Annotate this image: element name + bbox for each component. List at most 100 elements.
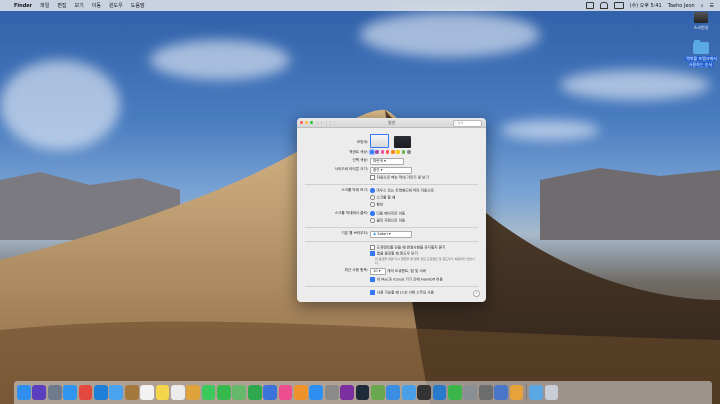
notes-brown-icon[interactable] [124, 385, 139, 400]
android-studio-icon[interactable] [370, 385, 385, 400]
accent-swatch[interactable] [391, 150, 395, 154]
dock-divider [525, 384, 527, 401]
trash-icon[interactable] [544, 385, 559, 400]
click-next-page-label: 다음 페이지로 이동 [376, 211, 406, 216]
accent-swatch[interactable] [396, 150, 400, 154]
accent-color-label: 액센트 색상: [349, 150, 368, 154]
menu-file[interactable]: 파일 [40, 2, 49, 9]
safari-icon[interactable] [63, 385, 77, 400]
sidebar-icon-size-row: 사이드바 아이콘 크기: 중간 ▾ [297, 167, 486, 174]
books-icon[interactable] [294, 385, 308, 400]
click-scroll-label: 스크롤 막대에서 클릭: [334, 211, 368, 215]
appearance-light-option[interactable] [370, 134, 389, 148]
click-next-page-radio[interactable] [370, 211, 375, 216]
utility-icon[interactable] [463, 385, 478, 400]
click-spot-label: 클릭 지점으로 이동 [376, 218, 406, 223]
scrollbar-auto-radio[interactable] [370, 188, 375, 193]
appearance-dark-option[interactable] [394, 136, 412, 148]
lcd-smoothing-checkbox[interactable] [370, 290, 375, 295]
menu-view[interactable]: 보기 [75, 2, 84, 9]
accent-swatch[interactable] [407, 150, 411, 154]
accent-swatch[interactable] [370, 150, 374, 154]
menu-window[interactable]: 윈도우 [109, 2, 123, 9]
sidebar-icon-size-popup[interactable]: 중간 ▾ [370, 167, 412, 174]
chrome-icon[interactable] [78, 385, 93, 400]
handoff-checkbox[interactable] [370, 277, 375, 282]
accent-swatch[interactable] [380, 150, 385, 154]
auto-hide-menu-label: 자동으로 메뉴 막대 가리기 및 보기 [376, 175, 429, 180]
menu-bar: Finder 파일 편집 보기 이동 윈도우 도움말 (수) 오후 5:41 T… [0, 0, 720, 11]
wifi-icon[interactable] [599, 2, 608, 9]
reminders-icon[interactable] [170, 385, 185, 400]
sidebar-icon-size-label: 사이드바 아이콘 크기: [334, 167, 368, 171]
menu-help[interactable]: 도움말 [131, 2, 145, 9]
notes-icon[interactable] [155, 385, 170, 400]
menu-go[interactable]: 이동 [92, 2, 101, 9]
sync-app-icon[interactable] [494, 385, 508, 400]
app-store-icon[interactable] [309, 385, 324, 400]
unity-icon[interactable] [417, 385, 431, 400]
scrollbar-always-label: 항상 [376, 202, 384, 207]
desktop-icon-screenshots[interactable]: 스크린샷 [683, 12, 719, 31]
siri-icon[interactable] [32, 385, 47, 400]
launchpad-icon[interactable] [47, 385, 62, 400]
divider [305, 184, 478, 185]
title-bar: ‹ › ⋮⋮⋮ 일반 ⌕ 검색 [297, 118, 486, 128]
finder-icon[interactable] [17, 385, 31, 400]
tool-icon[interactable] [478, 385, 493, 400]
system-preferences-icon[interactable] [324, 385, 339, 400]
xcode-icon[interactable] [386, 385, 401, 400]
close-windows-note: 이 옵션을 켜면 다시 열었을 때 열려 있던 도큐멘트 및 윈도우가 복원되지… [375, 257, 475, 265]
calendar-icon[interactable] [140, 385, 154, 400]
finder-folder-icon[interactable] [529, 385, 544, 400]
battery-icon[interactable] [613, 2, 624, 9]
finance-icon[interactable] [509, 385, 524, 400]
highlight-color-value: 파란색 [373, 159, 383, 163]
scrollbar-scrolling-radio[interactable] [370, 195, 375, 200]
ask-keep-changes-label: 도큐멘트를 닫을 때 변경사항을 유지할지 묻기 [376, 245, 446, 250]
auto-hide-menu-checkbox[interactable] [370, 175, 375, 180]
accent-swatch[interactable] [401, 150, 406, 154]
menu-edit[interactable]: 편집 [57, 2, 66, 9]
scrollbar-label: 스크롤 막대 보기: [341, 188, 368, 192]
help-button[interactable]: ? [473, 290, 480, 297]
messages-icon[interactable] [201, 385, 216, 400]
user-name[interactable]: Taeho Jeon [668, 3, 695, 9]
default-browser-label: 기본 웹 브라우저: [341, 231, 368, 235]
menu-app-name[interactable]: Finder [14, 3, 32, 9]
keynote-icon[interactable] [263, 385, 278, 400]
onenote-icon[interactable] [340, 385, 354, 400]
maps-icon[interactable] [232, 385, 247, 400]
recent-items-popup[interactable]: 10 ▾ [370, 268, 386, 275]
notification-center-icon[interactable]: ☰ [710, 3, 714, 9]
photos-icon[interactable] [186, 385, 201, 400]
search-field[interactable]: ⌕ 검색 [453, 120, 482, 127]
numbers-icon[interactable] [247, 385, 262, 400]
airplay-icon[interactable] [585, 2, 594, 9]
ask-keep-changes-checkbox[interactable] [370, 245, 375, 250]
itunes-icon[interactable] [278, 385, 293, 400]
safari-2-icon[interactable] [93, 385, 108, 400]
spotlight-icon[interactable]: ⌕ [701, 3, 704, 9]
facetime-icon[interactable] [217, 385, 231, 400]
divider [305, 227, 478, 228]
close-windows-checkbox[interactable] [370, 251, 375, 256]
search-placeholder: 검색 [457, 121, 464, 125]
scrollbar-always-row: 항상 [297, 202, 486, 208]
default-browser-popup[interactable]: ◉ Safari ▾ [370, 231, 412, 238]
desktop-icon-folder[interactable]: 맥북을 프랭크에서 사용하는 순서 [683, 40, 719, 68]
appearance-label: 모양새: [356, 140, 368, 144]
accent-swatch[interactable] [385, 150, 390, 154]
folder-icon[interactable] [401, 385, 416, 400]
recent-items-label: 최근 사용 항목: [344, 268, 368, 272]
clock[interactable]: (수) 오후 5:41 [630, 2, 662, 9]
highlight-color-popup[interactable]: 파란색 ▾ [370, 158, 404, 165]
green-app-icon[interactable] [447, 385, 462, 400]
accent-color-swatches [370, 150, 412, 154]
click-spot-radio[interactable] [370, 218, 375, 223]
vscode-icon[interactable] [432, 385, 447, 400]
mail-icon[interactable] [109, 385, 124, 400]
scrollbar-always-radio[interactable] [370, 202, 375, 207]
lightroom-icon[interactable] [355, 385, 370, 400]
accent-swatch[interactable] [375, 150, 379, 154]
